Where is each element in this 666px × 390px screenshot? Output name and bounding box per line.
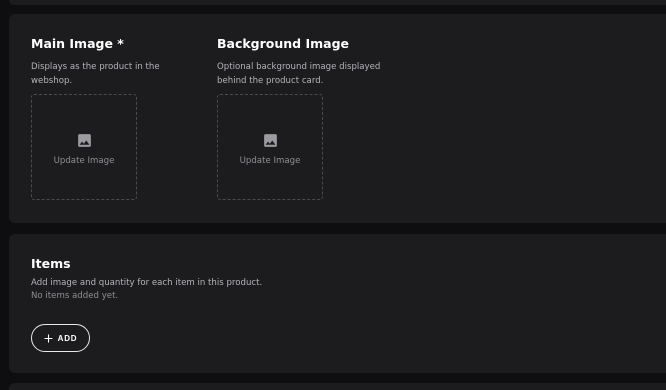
items-section: Items Add image and quantity for each it… [9,234,666,373]
main-image-update-label: Update Image [53,156,115,166]
items-description: Add image and quantity for each item in … [31,278,263,288]
items-empty-state: No items added yet. [31,291,119,301]
add-item-label: ADD [57,333,78,343]
plus-icon [43,333,53,343]
main-image-title: Main Image * [31,36,124,51]
product-editor-page: Main Image * Displays as the product in … [0,0,666,390]
background-image-description: Optional background image displayed behi… [217,62,381,86]
background-image-dropzone[interactable]: Update Image [217,94,323,200]
main-image-dropzone[interactable]: Update Image [31,94,137,200]
previous-section-card [9,0,666,5]
next-section-card [9,383,666,390]
main-image-field: Main Image * Displays as the product in … [31,36,221,88]
background-image-field: Background Image Optional background ima… [217,36,407,88]
image-icon [78,134,91,147]
background-image-title: Background Image [217,36,350,51]
images-section: Main Image * Displays as the product in … [9,14,666,223]
add-item-button[interactable]: ADD [31,324,90,352]
main-image-description: Displays as the product in the webshop. [31,62,160,86]
image-icon [264,134,277,147]
items-title: Items [31,256,71,271]
background-image-update-label: Update Image [239,156,301,166]
